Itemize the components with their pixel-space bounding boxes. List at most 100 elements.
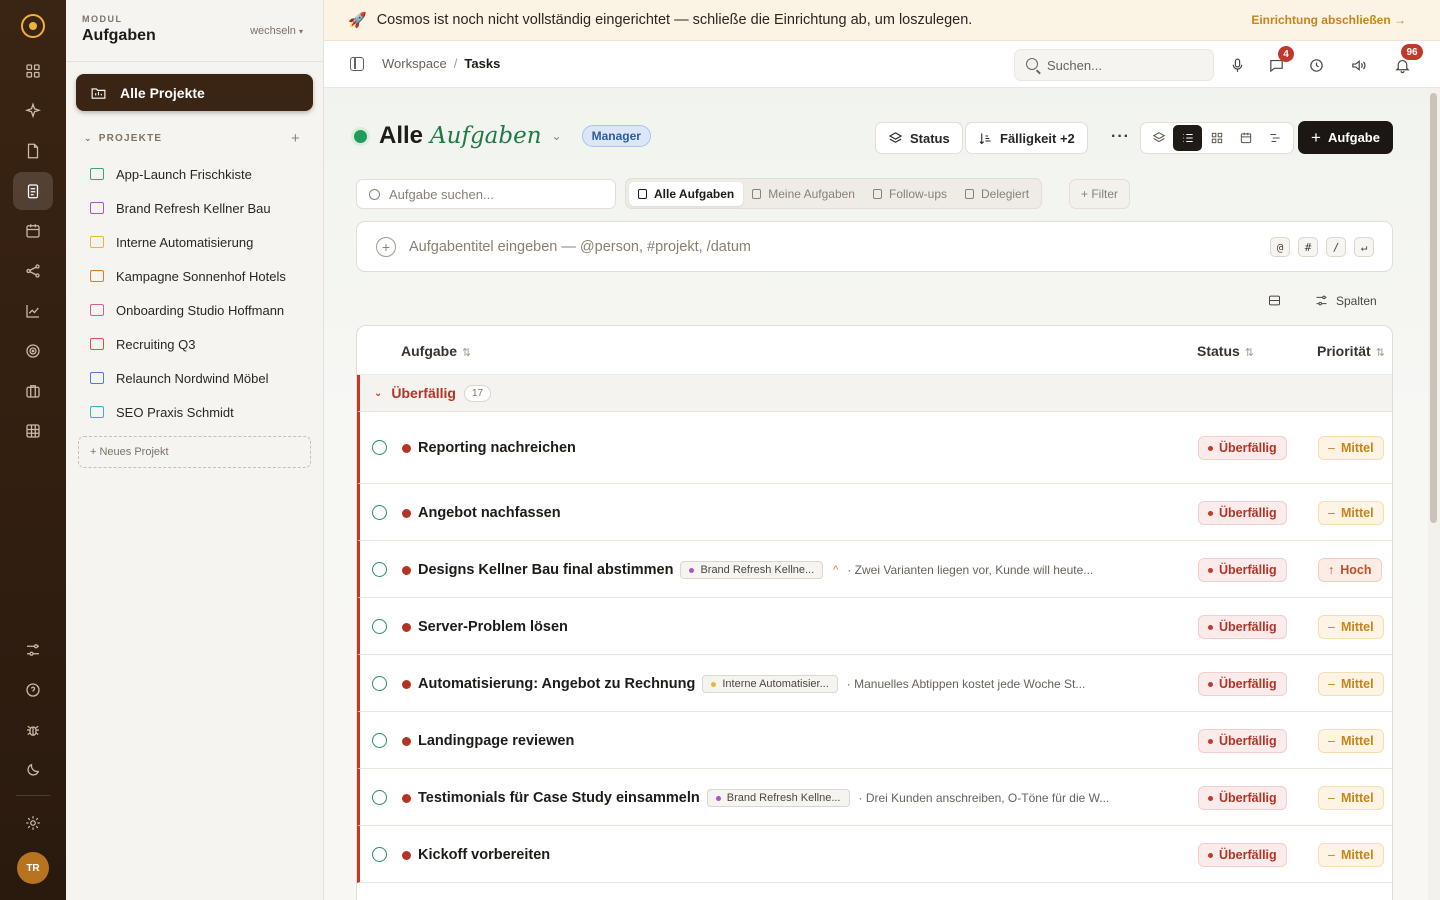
project-tag[interactable]: Interne Automatisier... xyxy=(702,675,838,693)
task-checkbox[interactable] xyxy=(372,562,387,577)
status-badge[interactable]: Überfällig xyxy=(1198,843,1287,867)
speaker-icon[interactable] xyxy=(1347,54,1369,76)
new-project-button[interactable]: + Neues Projekt xyxy=(78,436,311,468)
filter-tab[interactable]: Alle Aufgaben xyxy=(629,181,744,206)
all-projects-button[interactable]: Alle Projekte xyxy=(76,74,313,111)
task-title[interactable]: Automatisierung: Angebot zu Rechnung xyxy=(418,676,695,692)
priority-badge[interactable]: – Mittel xyxy=(1318,786,1384,810)
sidebar-project-item[interactable]: Kampagne Sonnenhof Hotels xyxy=(66,259,323,293)
due-date-filter-button[interactable]: Fälligkeit +2 xyxy=(965,122,1088,154)
history-icon[interactable] xyxy=(1305,54,1327,76)
chevron-down-icon[interactable]: ⌄ xyxy=(552,129,562,143)
task-title[interactable]: Reporting nachreichen xyxy=(418,440,576,456)
grid-view-icon[interactable] xyxy=(1202,125,1231,151)
timeline-view-icon[interactable] xyxy=(1261,125,1290,151)
priority-badge[interactable]: – Mittel xyxy=(1318,729,1384,753)
status-badge[interactable]: Überfällig xyxy=(1198,729,1287,753)
column-header-task[interactable]: Aufgabe ⇅ xyxy=(401,343,471,359)
task-checkbox[interactable] xyxy=(372,790,387,805)
filter-tab[interactable]: Delegiert xyxy=(956,182,1038,206)
status-badge[interactable]: Überfällig xyxy=(1198,615,1287,639)
task-search-input[interactable]: Aufgabe suchen... xyxy=(356,179,616,209)
cosmos-logo-icon[interactable] xyxy=(21,14,45,38)
shortcut-project[interactable]: # xyxy=(1298,237,1318,257)
priority-badge[interactable]: ↑ Hoch xyxy=(1318,558,1382,582)
priority-badge[interactable]: – Mittel xyxy=(1318,672,1384,696)
priority-badge[interactable]: – Mittel xyxy=(1318,501,1384,525)
global-search-input[interactable]: Suchen... xyxy=(1014,49,1214,81)
table-row[interactable]: Designs Kellner Bau final abstimmen Brand… xyxy=(357,541,1392,598)
priority-badge[interactable]: – Mittel xyxy=(1318,615,1384,639)
table-row[interactable]: Server-Problem lösen Überfällig – Mittel xyxy=(357,598,1392,655)
help-icon[interactable] xyxy=(13,671,53,709)
task-title[interactable]: Kickoff vorbereiten xyxy=(418,847,550,863)
toggle-sidebar-icon[interactable] xyxy=(350,57,364,71)
filter-tab[interactable]: Follow-ups xyxy=(864,182,956,206)
chevron-down-icon[interactable]: ⌄ xyxy=(374,388,382,399)
table-row[interactable]: Kickoff vorbereiten Überfällig – Mittel xyxy=(357,826,1392,883)
scrollbar-thumb[interactable] xyxy=(1430,93,1437,523)
add-filter-button[interactable]: + Filter xyxy=(1069,179,1131,209)
avatar[interactable]: TR xyxy=(17,852,49,884)
table-icon[interactable] xyxy=(13,412,53,450)
sidebar-project-item[interactable]: Onboarding Studio Hoffmann xyxy=(66,293,323,327)
project-tag[interactable]: Brand Refresh Kellne... xyxy=(680,561,824,579)
more-options-icon[interactable]: ··· xyxy=(1111,128,1130,146)
table-row[interactable]: Automatisierung: Angebot zu Rechnung Inte… xyxy=(357,655,1392,712)
task-title[interactable]: Angebot nachfassen xyxy=(418,505,561,521)
tasks-icon[interactable] xyxy=(13,172,53,210)
list-view-icon[interactable] xyxy=(1173,125,1203,151)
notifications-icon[interactable]: 96 xyxy=(1391,44,1423,76)
priority-badge[interactable]: – Mittel xyxy=(1318,436,1384,460)
table-row[interactable]: Angebot nachfassen Überfällig – Mittel xyxy=(357,484,1392,541)
columns-button[interactable]: Spalten xyxy=(1314,293,1377,308)
projects-section-header[interactable]: ⌄ PROJEKTE + xyxy=(66,129,323,147)
sort-icon[interactable]: ⇅ xyxy=(1376,347,1385,359)
status-badge[interactable]: Überfällig xyxy=(1198,436,1287,460)
add-project-icon[interactable]: + xyxy=(291,130,301,147)
status-badge[interactable]: Überfällig xyxy=(1198,672,1287,696)
task-title[interactable]: Testimonials für Case Study einsammeln xyxy=(418,790,700,806)
main-scrollbar[interactable] xyxy=(1428,88,1440,900)
column-header-priority[interactable]: Priorität ⇅ xyxy=(1317,343,1385,359)
group-header-overdue[interactable]: ⌄ Überfällig 17 xyxy=(357,375,1392,412)
document-icon[interactable] xyxy=(13,132,53,170)
table-row[interactable]: Landingpage reviewen Überfällig – Mittel xyxy=(357,712,1392,769)
shortcut-enter[interactable]: ↵ xyxy=(1354,237,1374,257)
task-checkbox[interactable] xyxy=(372,505,387,520)
task-checkbox[interactable] xyxy=(372,440,387,455)
bug-icon[interactable] xyxy=(13,711,53,749)
sort-icon[interactable]: ⇅ xyxy=(1245,347,1254,359)
sidebar-project-item[interactable]: Interne Automatisierung xyxy=(66,225,323,259)
task-checkbox[interactable] xyxy=(372,733,387,748)
stack-view-icon[interactable] xyxy=(1144,125,1173,151)
quick-add-input[interactable]: + Aufgabentitel eingeben — @person, #pro… xyxy=(356,221,1393,272)
task-title[interactable]: Server-Problem lösen xyxy=(418,619,568,635)
messages-icon[interactable]: 4 xyxy=(1265,46,1294,76)
target-icon[interactable] xyxy=(13,332,53,370)
filter-tab[interactable]: Meine Aufgaben xyxy=(743,182,864,206)
task-title[interactable]: Landingpage reviewen xyxy=(418,733,574,749)
settings-icon[interactable] xyxy=(13,804,53,842)
sidebar-project-item[interactable]: SEO Praxis Schmidt xyxy=(66,395,323,429)
task-checkbox[interactable] xyxy=(372,619,387,634)
priority-badge[interactable]: – Mittel xyxy=(1318,843,1384,867)
sliders-icon[interactable] xyxy=(13,631,53,669)
status-badge[interactable]: Überfällig xyxy=(1198,501,1287,525)
finish-setup-link[interactable]: Einrichtung abschließen → xyxy=(1251,13,1406,27)
briefcase-icon[interactable] xyxy=(13,372,53,410)
dashboard-icon[interactable] xyxy=(13,52,53,90)
add-task-button[interactable]: + Aufgabe xyxy=(1298,121,1393,154)
task-title[interactable]: Designs Kellner Bau final abstimmen xyxy=(418,562,673,578)
microphone-icon[interactable] xyxy=(1226,54,1248,76)
sidebar-project-item[interactable]: Relaunch Nordwind Möbel xyxy=(66,361,323,395)
task-checkbox[interactable] xyxy=(372,676,387,691)
shortcut-date[interactable]: / xyxy=(1326,237,1346,257)
table-row[interactable]: Testimonials für Case Study einsammeln Br… xyxy=(357,769,1392,826)
analytics-icon[interactable] xyxy=(13,292,53,330)
breadcrumb-workspace[interactable]: Workspace xyxy=(382,56,447,71)
sidebar-project-item[interactable]: App-Launch Frischkiste xyxy=(66,157,323,191)
column-header-status[interactable]: Status ⇅ xyxy=(1197,343,1254,359)
project-tag[interactable]: Brand Refresh Kellne... xyxy=(706,789,850,807)
table-row[interactable]: Reporting nachreichen Überfällig – Mittel xyxy=(357,412,1392,484)
